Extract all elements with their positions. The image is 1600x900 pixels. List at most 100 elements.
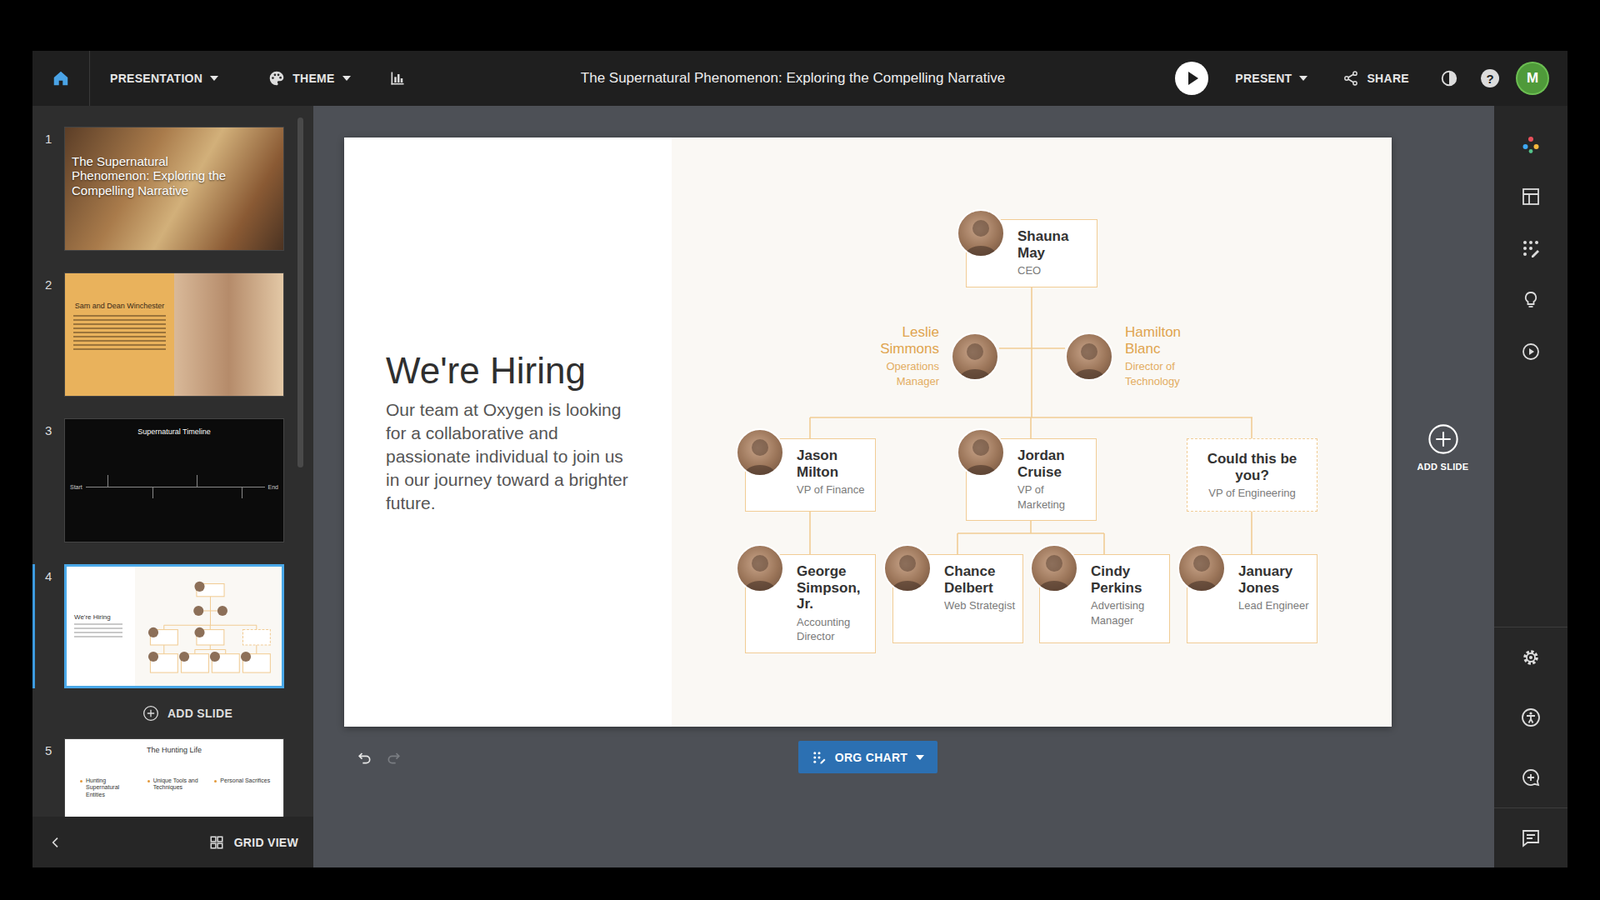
- slide-sidebar: 1The Supernatural Phenomenon: Exploring …: [32, 105, 314, 868]
- node-name: Leslie Simmons: [863, 324, 940, 357]
- comment-add-icon: [1520, 767, 1541, 788]
- slide-canvas: We're Hiring Our team at Oxygen is lookin…: [313, 105, 1495, 868]
- ai-assistant-button[interactable]: [1494, 119, 1568, 171]
- slide-thumbnail-row[interactable]: 2Sam and Dean Winchester: [32, 272, 314, 397]
- node-role: Director of Technology: [1125, 359, 1215, 389]
- org-node[interactable]: January JonesLead Engineer: [1186, 554, 1318, 644]
- node-name: Jordan Cruise: [1017, 447, 1090, 480]
- org-node[interactable]: Chance DelbertWeb Strategist: [892, 554, 1024, 644]
- node-text: January JonesLead Engineer: [1238, 563, 1310, 614]
- text-line: [73, 335, 166, 338]
- org-node[interactable]: Could this be you?VP of Engineering: [1186, 438, 1318, 512]
- grid-view-label: GRID VIEW: [234, 835, 299, 850]
- help-icon: ?: [1485, 72, 1494, 85]
- undo-button[interactable]: [350, 744, 378, 771]
- animation-button[interactable]: [1494, 325, 1568, 378]
- user-avatar[interactable]: M: [1517, 63, 1548, 94]
- slide-thumbnail[interactable]: Supernatural TimelineStartEnd: [64, 418, 285, 543]
- right-toolbar: [1494, 105, 1568, 868]
- slide-thumbnail-row[interactable]: 1The Supernatural Phenomenon: Exploring …: [32, 126, 314, 251]
- mini-node-box: [242, 630, 270, 645]
- org-node[interactable]: Jordan CruiseVP of Marketing: [965, 438, 1097, 521]
- text-line: [73, 327, 166, 330]
- add-circle-icon: [1427, 423, 1460, 455]
- slide[interactable]: We're Hiring Our team at Oxygen is lookin…: [344, 137, 1392, 727]
- play-button[interactable]: [1175, 61, 1209, 95]
- present-menu[interactable]: PRESENT: [1226, 71, 1316, 85]
- ideas-button[interactable]: [1494, 274, 1568, 326]
- mini-avatar: [193, 605, 204, 616]
- settings-button[interactable]: [1494, 627, 1568, 688]
- org-node[interactable]: Jason MiltonVP of Finance: [745, 438, 876, 512]
- collapse-sidebar-button[interactable]: [42, 829, 70, 856]
- element-button[interactable]: [1494, 222, 1568, 275]
- presentation-label: PRESENTATION: [110, 71, 203, 85]
- person-icon: [952, 334, 998, 380]
- play-icon: [1175, 61, 1209, 95]
- thumbnail-title: The Hunting Life: [65, 739, 284, 755]
- add-circle-icon: [142, 705, 160, 722]
- org-chart-layout-button[interactable]: ORG CHART: [798, 740, 938, 774]
- home-icon: [51, 69, 70, 88]
- presentation-title[interactable]: The Supernatural Phenomenon: Exploring t…: [410, 70, 1176, 87]
- person-photo: [735, 544, 785, 593]
- slide-list: 1The Supernatural Phenomenon: Exploring …: [32, 105, 314, 817]
- sidebar-scrollbar[interactable]: [297, 117, 304, 468]
- slide-thumbnail[interactable]: Sam and Dean Winchester: [64, 272, 285, 397]
- slide-thumbnail[interactable]: We're Hiring: [64, 564, 285, 689]
- thumbnail-bullet: Unique Tools and Techniques: [147, 777, 207, 799]
- palette-icon: [268, 70, 285, 87]
- mini-avatar: [179, 651, 190, 662]
- redo-button[interactable]: [380, 744, 408, 771]
- node-role: Web Strategist: [944, 598, 1016, 614]
- caret-icon: [915, 755, 925, 760]
- chart-button[interactable]: [384, 65, 411, 92]
- node-text: Leslie SimmonsOperations Manager: [863, 324, 940, 389]
- org-node[interactable]: Cindy PerkinsAdvertising Manager: [1039, 554, 1170, 644]
- thumbnail-title: Supernatural Timeline: [65, 419, 284, 436]
- slide-thumbnail-row[interactable]: 4We're Hiring: [32, 564, 314, 689]
- layout-button[interactable]: [1494, 170, 1568, 223]
- slide-number: 3: [45, 418, 65, 438]
- add-comment-button[interactable]: [1494, 747, 1568, 808]
- org-node[interactable]: George Simpson, Jr.Accounting Director: [745, 554, 876, 654]
- org-node[interactable]: Hamilton BlancDirector of Technology: [1065, 324, 1215, 389]
- node-name: Hamilton Blanc: [1125, 324, 1215, 357]
- help-button[interactable]: ?: [1480, 69, 1500, 88]
- org-node[interactable]: Shauna MayCEO: [965, 219, 1098, 288]
- bullet-dot: [214, 780, 217, 783]
- text-line: [74, 631, 123, 634]
- share-button[interactable]: SHARE: [1334, 70, 1418, 87]
- person-photo: [956, 428, 1005, 477]
- timeline-end: End: [268, 484, 279, 490]
- tool-group: [1494, 626, 1568, 808]
- chevron-left-icon: [49, 835, 63, 850]
- slide-body[interactable]: Our team at Oxygen is looking for a coll…: [385, 398, 636, 515]
- mini-connector: [203, 610, 218, 611]
- node-role: Accounting Director: [796, 615, 869, 645]
- node-role: CEO: [1017, 263, 1090, 279]
- person-icon: [885, 545, 930, 591]
- slide-heading[interactable]: We're Hiring: [385, 350, 647, 392]
- slide-thumbnail-row[interactable]: 3Supernatural TimelineStartEnd: [32, 418, 314, 543]
- node-text: Hamilton BlancDirector of Technology: [1125, 324, 1215, 389]
- slide-thumbnail-row[interactable]: 5The Hunting LifeHunting Supernatural En…: [32, 738, 314, 817]
- node-name: Could this be you?: [1194, 450, 1310, 484]
- timeline-line: [85, 486, 265, 488]
- add-slide-button[interactable]: ADD SLIDE: [1391, 137, 1495, 727]
- node-text: George Simpson, Jr.Accounting Director: [796, 563, 869, 645]
- accessibility-button[interactable]: [1494, 687, 1568, 748]
- grid-view-button[interactable]: GRID VIEW: [209, 835, 299, 850]
- theme-menu[interactable]: THEME: [260, 70, 360, 87]
- add-slide-label: ADD SLIDE: [1417, 461, 1470, 472]
- slide-thumbnail[interactable]: The Hunting LifeHunting Supernatural Ent…: [64, 738, 285, 817]
- contrast-button[interactable]: [1435, 65, 1463, 92]
- slide-thumbnail[interactable]: The Supernatural Phenomenon: Exploring t…: [64, 126, 285, 251]
- mini-avatar: [148, 627, 159, 638]
- speaker-notes-button[interactable]: [1494, 812, 1568, 865]
- person-icon: [737, 545, 783, 591]
- presentation-menu[interactable]: PRESENTATION: [101, 71, 227, 85]
- org-node[interactable]: Leslie SimmonsOperations Manager: [863, 324, 1000, 389]
- add-slide-button[interactable]: ADD SLIDE: [61, 705, 314, 722]
- home-button[interactable]: [32, 50, 90, 106]
